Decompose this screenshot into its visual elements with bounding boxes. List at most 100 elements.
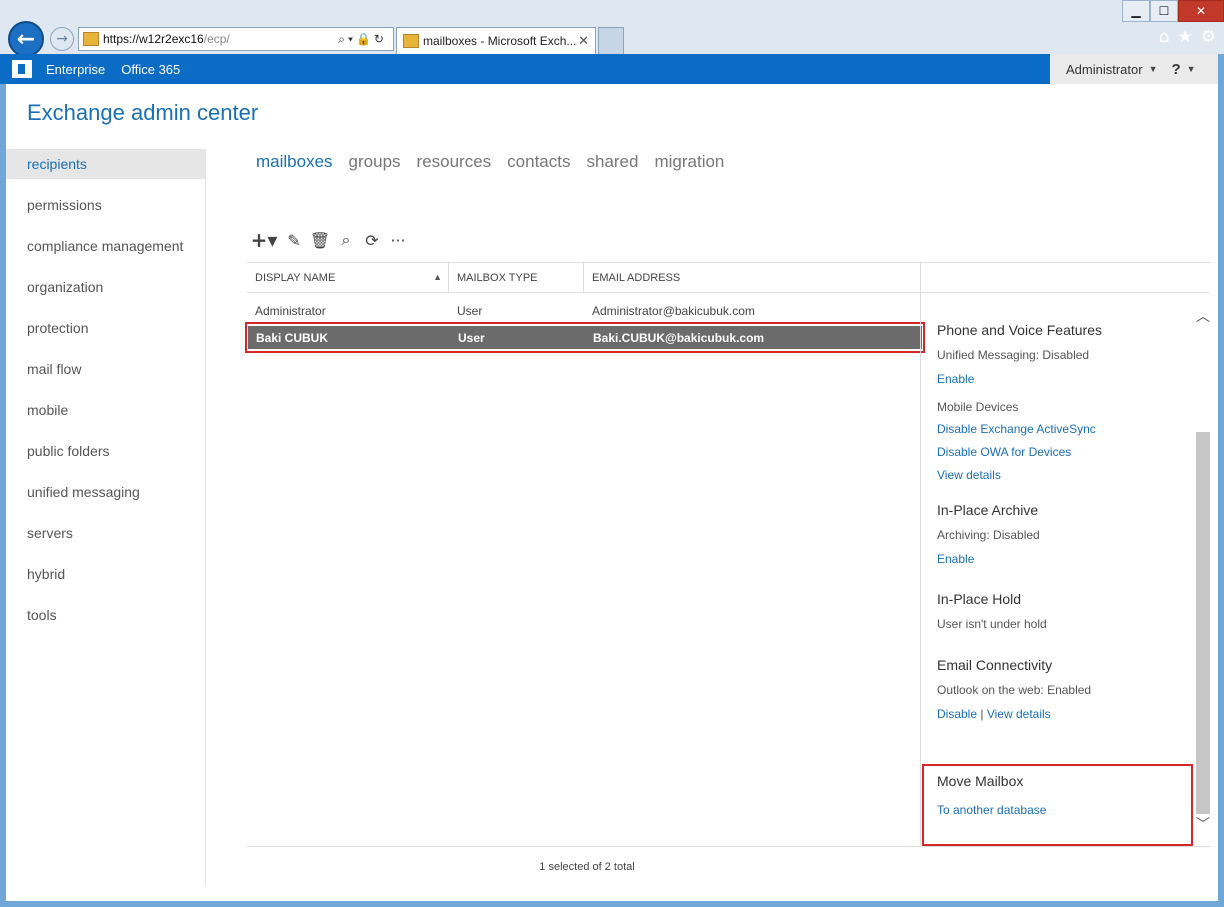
scroll-up-icon[interactable]: ︿ [1195,306,1211,326]
column-email-address[interactable]: EMAIL ADDRESS [584,263,921,292]
move-to-another-database-link[interactable]: To another database [937,803,1191,817]
unified-messaging-status: Unified Messaging: Disabled [937,348,1090,362]
forward-button[interactable]: → [50,27,74,51]
nav-item-organization[interactable]: organization [6,272,205,313]
details-divider [920,262,921,845]
user-name[interactable]: Administrator [1066,62,1143,77]
new-tab-button[interactable] [598,27,624,54]
nav-item-protection[interactable]: protection [6,313,205,354]
move-mailbox-heading: Move Mailbox [937,773,1024,789]
eac-page: Exchange admin center recipients permiss… [6,84,1218,901]
owa-disable-link[interactable]: Disable [937,707,977,721]
mobile-devices-label: Mobile Devices [937,400,1019,414]
column-display-name[interactable]: DISPLAY NAME ▲ [247,263,449,292]
details-header-band [920,262,1210,293]
tab-shared[interactable]: shared [586,152,638,172]
user-caret-icon[interactable]: ▼ [1149,64,1158,74]
site-favicon-icon [83,32,99,46]
nav-item-mobile[interactable]: mobile [6,395,205,436]
owa-link-separator: | [980,707,984,721]
sort-ascending-icon: ▲ [433,272,442,282]
search-icon[interactable]: ⌕ [336,230,356,250]
tab-mailboxes[interactable]: mailboxes [256,152,333,172]
email-connectivity-heading: Email Connectivity [937,657,1053,673]
nav-item-compliance-management[interactable]: compliance management [6,231,205,272]
um-enable-link[interactable]: Enable [937,372,1187,386]
browser-tab-mailboxes[interactable]: mailboxes - Microsoft Exch... ✕ [396,27,596,54]
nav-item-permissions[interactable]: permissions [6,190,205,231]
mailbox-toolbar: +▾ ✎ 🗑 ⌕ ⟳ ··· [250,228,408,252]
owa-actions: Disable | View details [937,707,1187,721]
office365-link[interactable]: Office 365 [121,62,180,77]
owa-status: Outlook on the web: Enabled [937,683,1092,697]
tab-contacts[interactable]: contacts [507,152,570,172]
cell-mailbox-type: User [458,330,485,345]
hold-heading: In-Place Hold [937,591,1022,607]
tab-migration[interactable]: migration [654,152,724,172]
refresh-icon[interactable]: ⟳ [362,230,382,250]
url-path: /ecp/ [203,32,230,46]
archive-status: Archiving: Disabled [937,528,1040,542]
url-host: https://w12r2exc16 [103,32,204,46]
disable-activesync-link[interactable]: Disable Exchange ActiveSync [937,422,1187,436]
minimize-button[interactable]: ▁ [1122,0,1150,22]
close-window-button[interactable]: ✕ [1178,0,1224,22]
move-mailbox-section: Move Mailbox To another database [922,764,1193,846]
tab-title: mailboxes - Microsoft Exch... [423,34,577,48]
nav-item-recipients[interactable]: recipients [6,149,205,179]
office-logo-icon[interactable] [12,60,32,78]
hold-status: User isn't under hold [937,617,1047,631]
browser-toolbar-icons: ⌂ ★ ⚙ [1159,27,1216,47]
user-menu[interactable]: Administrator ▼ ? ▼ [1050,54,1218,84]
selected-row-highlight: Baki CUBUK User Baki.CUBUK@bakicubuk.com [245,322,925,353]
scroll-down-icon[interactable]: ﹀ [1195,814,1211,836]
tab-close-icon[interactable]: ✕ [578,33,589,49]
help-icon[interactable]: ? [1172,61,1181,78]
nav-item-mail-flow[interactable]: mail flow [6,354,205,395]
cell-email-address: Administrator@bakicubuk.com [592,303,755,318]
phone-voice-heading: Phone and Voice Features [937,322,1103,338]
cell-mailbox-type: User [457,303,483,318]
delete-icon[interactable]: 🗑 [310,230,330,250]
help-caret-icon[interactable]: ▼ [1187,64,1196,74]
browser-chrome: ▁ ☐ ✕ ← → https://w12r2exc16 /ecp/ ⌕▾🔒↻ … [0,0,1224,57]
details-pane: Phone and Voice Features Unified Messagi… [937,322,1187,730]
footer-divider [247,846,1210,847]
back-button[interactable]: ← [8,21,44,57]
home-icon[interactable]: ⌂ [1159,27,1170,47]
archive-heading: In-Place Archive [937,502,1039,518]
mailbox-grid: DISPLAY NAME ▲ MAILBOX TYPE EMAIL ADDRES… [245,262,925,353]
nav-item-public-folders[interactable]: public folders [6,436,205,477]
favorites-star-icon[interactable]: ★ [1178,27,1193,47]
enterprise-link[interactable]: Enterprise [46,62,105,77]
nav-item-unified-messaging[interactable]: unified messaging [6,477,205,518]
cell-email-address: Baki.CUBUK@bakicubuk.com [593,330,765,345]
maximize-button[interactable]: ☐ [1150,0,1178,22]
nav-item-hybrid[interactable]: hybrid [6,559,205,600]
tab-resources[interactable]: resources [417,152,492,172]
tab-groups[interactable]: groups [349,152,401,172]
column-display-name-label: DISPLAY NAME [255,271,336,284]
nav-item-servers[interactable]: servers [6,518,205,559]
left-nav: recipients permissions compliance manage… [6,149,206,885]
edit-icon[interactable]: ✎ [284,230,304,250]
column-mailbox-type[interactable]: MAILBOX TYPE [449,263,584,292]
address-tools-icons[interactable]: ⌕▾🔒↻ [338,32,387,47]
scroll-thumb[interactable] [1196,432,1210,814]
owa-view-details-link[interactable]: View details [987,707,1051,721]
more-icon[interactable]: ··· [388,230,408,250]
sub-tabs: mailboxes groups resources contacts shar… [256,152,724,172]
settings-gear-icon[interactable]: ⚙ [1201,27,1216,47]
address-bar[interactable]: https://w12r2exc16 /ecp/ ⌕▾🔒↻ [78,27,394,51]
app-title: Exchange admin center [27,100,259,125]
nav-item-tools[interactable]: tools [6,600,205,641]
table-row-selected[interactable]: Baki CUBUK User Baki.CUBUK@bakicubuk.com [248,326,922,349]
archive-enable-link[interactable]: Enable [937,552,1187,566]
details-scrollbar[interactable]: ︿ ﹀ [1195,296,1211,840]
disable-owa-devices-link[interactable]: Disable OWA for Devices [937,445,1187,459]
mobile-view-details-link[interactable]: View details [937,468,1187,482]
add-icon[interactable]: +▾ [250,228,278,252]
table-row[interactable]: Administrator User Administrator@bakicub… [247,299,921,322]
o365-top-bar: Enterprise Office 365 Administrator ▼ ? … [0,54,1218,84]
selection-status: 1 selected of 2 total [539,861,635,873]
